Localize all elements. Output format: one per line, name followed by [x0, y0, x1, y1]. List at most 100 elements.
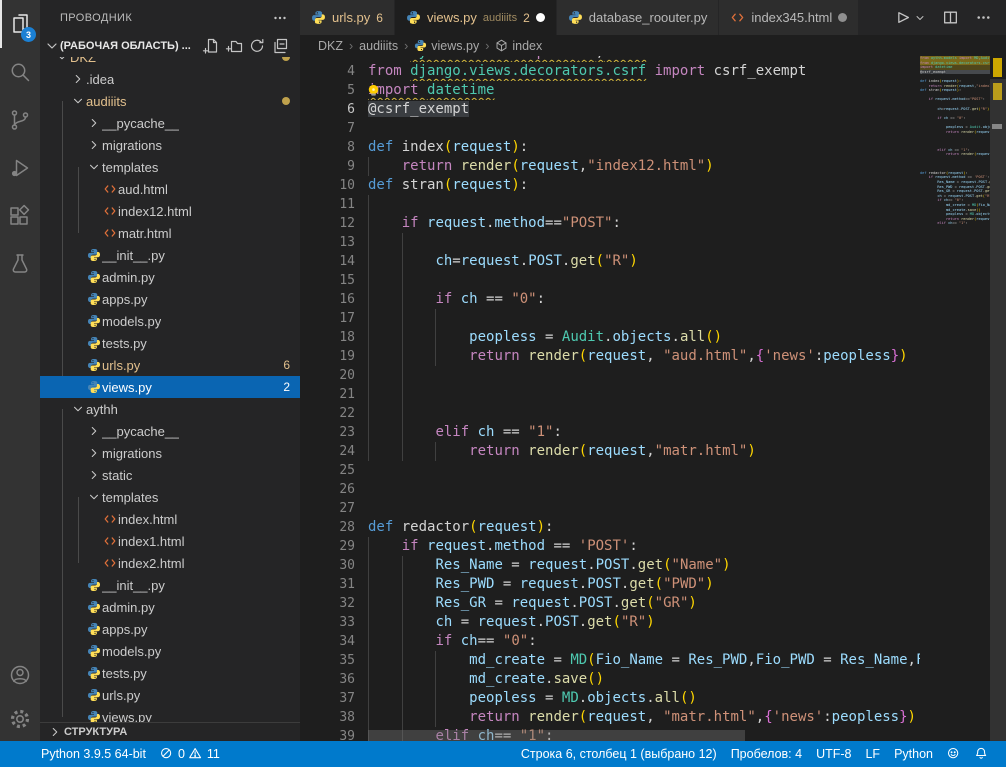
tree-item-views.py[interactable]: views.py	[40, 706, 300, 722]
code-line-36[interactable]: 36 md_create.save()	[300, 670, 920, 689]
code-line-23[interactable]: 23 elif ch == "1":	[300, 423, 920, 442]
tab-index345.html[interactable]: index345.html	[719, 0, 859, 35]
code-line-33[interactable]: 33 ch = request.POST.get("R")	[300, 613, 920, 632]
activity-item-source-control[interactable]	[0, 96, 40, 144]
new-file-icon[interactable]	[203, 38, 219, 54]
tree-item-__init__.py[interactable]: __init__.py	[40, 244, 300, 266]
code-line-7[interactable]: 7	[300, 119, 920, 138]
cursor-position[interactable]: Строка 6, столбец 1 (выбрано 12)	[514, 747, 724, 761]
tree-item-__init__.py[interactable]: __init__.py	[40, 574, 300, 596]
code-line-21[interactable]: 21	[300, 385, 920, 404]
code-line-26[interactable]: 26	[300, 480, 920, 499]
breadcrumb-item-views.py[interactable]: views.py	[414, 39, 479, 53]
run-icon[interactable]	[893, 9, 910, 26]
notifications-button[interactable]	[968, 747, 996, 761]
code-line-29[interactable]: 29 if request.method == 'POST':	[300, 537, 920, 556]
tree-item-__pycache__[interactable]: __pycache__	[40, 112, 300, 134]
breadcrumb-item-DKZ[interactable]: DKZ	[318, 39, 343, 53]
tree-item-aythh[interactable]: aythh	[40, 398, 300, 420]
tree-item-index1.html[interactable]: index1.html	[40, 530, 300, 552]
code-line-6[interactable]: 6@csrf_exempt	[300, 100, 920, 119]
code-line-35[interactable]: 35 md_create = MD(Fio_Name = Res_PWD,Fio…	[300, 651, 920, 670]
overview-ruler[interactable]	[990, 56, 1006, 741]
tree-item-urls.py[interactable]: urls.py	[40, 684, 300, 706]
code-line-28[interactable]: 28def redactor(request):	[300, 518, 920, 537]
refresh-icon[interactable]	[249, 38, 265, 54]
quick-fix-lightbulb-icon[interactable]	[366, 83, 381, 98]
code-line-22[interactable]: 22	[300, 404, 920, 423]
tree-item-index2.html[interactable]: index2.html	[40, 552, 300, 574]
code-line-9[interactable]: 9 return render(request,"index12.html")	[300, 157, 920, 176]
tree-item-audiiits[interactable]: audiiits	[40, 90, 300, 112]
code-line-11[interactable]: 11	[300, 195, 920, 214]
dirty-indicator[interactable]	[536, 13, 545, 22]
tree-item-admin.py[interactable]: admin.py	[40, 596, 300, 618]
activity-item-explorer[interactable]: 3	[0, 0, 40, 48]
breadcrumb-item-audiiits[interactable]: audiiits	[359, 39, 398, 53]
code-line-31[interactable]: 31 Res_PWD = request.POST.get("PWD")	[300, 575, 920, 594]
code-line-5[interactable]: 5import datetime	[300, 81, 920, 100]
indentation-setting[interactable]: Пробелов: 4	[724, 747, 809, 761]
tree-item-tests.py[interactable]: tests.py	[40, 332, 300, 354]
encoding-setting[interactable]: UTF-8	[809, 747, 858, 761]
activity-item-run-debug[interactable]	[0, 144, 40, 192]
tree-item-admin.py[interactable]: admin.py	[40, 266, 300, 288]
activity-item-extensions[interactable]	[0, 192, 40, 240]
tree-item-models.py[interactable]: models.py	[40, 640, 300, 662]
dirty-indicator[interactable]	[838, 13, 847, 22]
tree-item-static[interactable]: static	[40, 464, 300, 486]
code-line-32[interactable]: 32 Res_GR = request.POST.get("GR")	[300, 594, 920, 613]
run-dropdown-icon[interactable]	[914, 12, 926, 24]
code-line-20[interactable]: 20	[300, 366, 920, 385]
tree-item-apps.py[interactable]: apps.py	[40, 288, 300, 310]
tree-item-.idea[interactable]: .idea	[40, 68, 300, 90]
collapse-all-icon[interactable]	[272, 38, 288, 54]
python-interpreter[interactable]: Python 3.9.5 64-bit	[34, 747, 153, 761]
sidebar-more-actions[interactable]	[272, 10, 288, 26]
code-line-24[interactable]: 24 return render(request,"matr.html")	[300, 442, 920, 461]
tree-item-apps.py[interactable]: apps.py	[40, 618, 300, 640]
activity-item-testing[interactable]	[0, 240, 40, 288]
code-line-8[interactable]: 8def index(request):	[300, 138, 920, 157]
feedback-button[interactable]	[940, 747, 968, 761]
tree-item-aud.html[interactable]: aud.html	[40, 178, 300, 200]
split-editor-icon[interactable]	[942, 9, 959, 26]
code-lines[interactable]: 3from aythh.models import MD,Audit4from …	[300, 56, 920, 741]
code-line-13[interactable]: 13	[300, 233, 920, 252]
tree-item-tests.py[interactable]: tests.py	[40, 662, 300, 684]
code-line-12[interactable]: 12 if request.method=="POST":	[300, 214, 920, 233]
tree-item-__pycache__[interactable]: __pycache__	[40, 420, 300, 442]
activity-item-settings[interactable]	[0, 697, 40, 741]
tab-urls.py[interactable]: urls.py6	[300, 0, 395, 35]
code-line-15[interactable]: 15	[300, 271, 920, 290]
code-line-25[interactable]: 25	[300, 461, 920, 480]
code-line-38[interactable]: 38 return render(request, "matr.html",{'…	[300, 708, 920, 727]
problems-indicator[interactable]: 0 11	[153, 747, 227, 761]
breadcrumb-item-index[interactable]: index	[495, 39, 542, 53]
tree-item-index12.html[interactable]: index12.html	[40, 200, 300, 222]
code-line-18[interactable]: 18 peopless = Audit.objects.all()	[300, 328, 920, 347]
tree-item-migrations[interactable]: migrations	[40, 442, 300, 464]
code-line-10[interactable]: 10def stran(request):	[300, 176, 920, 195]
new-folder-icon[interactable]	[226, 38, 242, 54]
eol-setting[interactable]: LF	[858, 747, 887, 761]
tree-item-views.py[interactable]: views.py2	[40, 376, 300, 398]
code-editor[interactable]: 3from aythh.models import MD,Audit4from …	[300, 56, 1006, 741]
vertical-scrollbar[interactable]	[990, 79, 1006, 741]
horizontal-scrollbar[interactable]	[368, 730, 745, 741]
code-line-34[interactable]: 34 if ch== "0":	[300, 632, 920, 651]
code-line-30[interactable]: 30 Res_Name = request.POST.get("Name")	[300, 556, 920, 575]
activity-item-search[interactable]	[0, 48, 40, 96]
tree-item-urls.py[interactable]: urls.py6	[40, 354, 300, 376]
outline-section-header[interactable]: СТРУКТУРА	[40, 722, 300, 741]
code-line-14[interactable]: 14 ch=request.POST.get("R")	[300, 252, 920, 271]
tree-item-templates[interactable]: templates	[40, 156, 300, 178]
tree-item-index.html[interactable]: index.html	[40, 508, 300, 530]
code-line-4[interactable]: 4from django.views.decorators.csrf impor…	[300, 62, 920, 81]
workspace-section-header[interactable]: (РАБОЧАЯ ОБЛАСТЬ) ...	[40, 35, 300, 57]
language-mode[interactable]: Python	[887, 747, 940, 761]
activity-item-account[interactable]	[0, 653, 40, 697]
tree-item-migrations[interactable]: migrations	[40, 134, 300, 156]
code-line-17[interactable]: 17	[300, 309, 920, 328]
code-line-27[interactable]: 27	[300, 499, 920, 518]
